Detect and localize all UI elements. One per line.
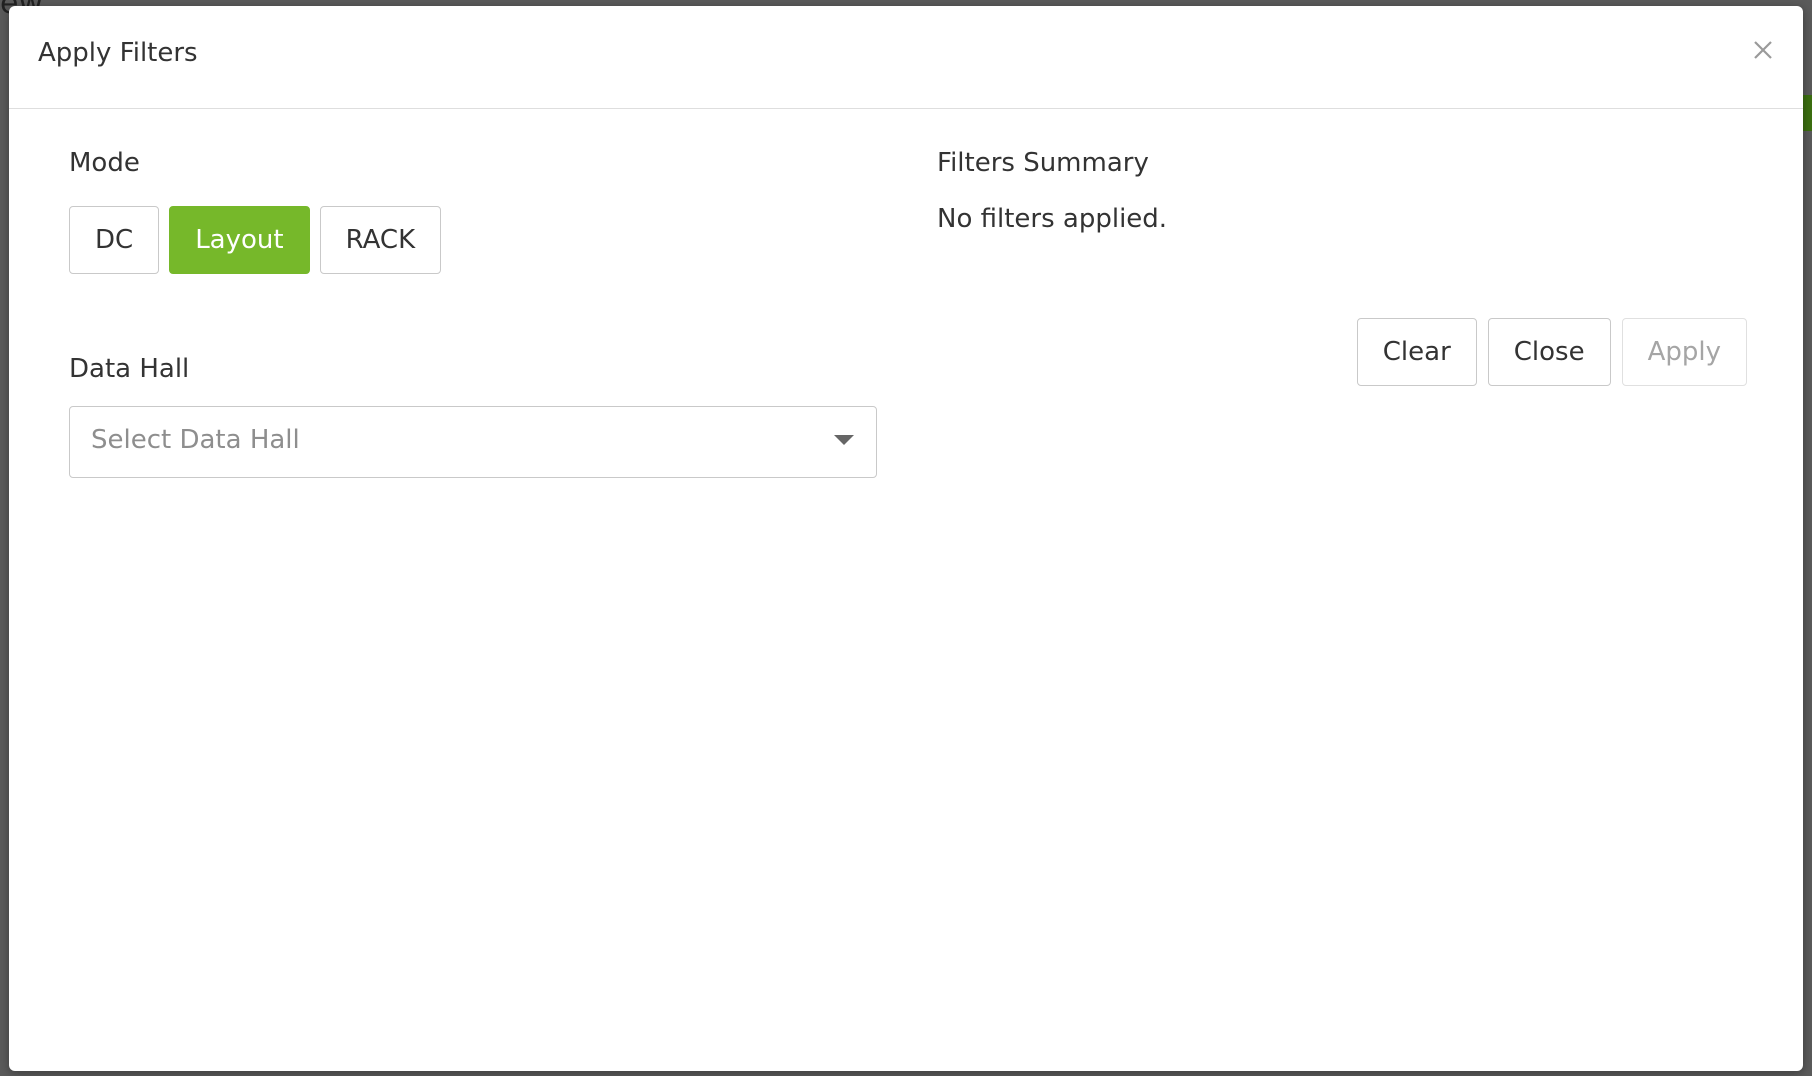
modal-title: Apply Filters xyxy=(38,38,198,68)
apply-filters-modal: Apply Filters Mode DC Layout RACK Data H… xyxy=(9,6,1803,1071)
data-hall-label: Data Hall xyxy=(69,354,190,384)
action-button-group: Clear Close Apply xyxy=(1356,318,1747,386)
mode-layout-button[interactable]: Layout xyxy=(169,206,310,274)
filters-form: Mode DC Layout RACK Data Hall Select Dat… xyxy=(69,146,879,478)
close-button[interactable]: Close xyxy=(1487,318,1611,386)
filters-summary-text: No filters applied. xyxy=(937,204,1168,234)
mode-button-group: DC Layout RACK xyxy=(69,206,879,274)
filters-summary-label: Filters Summary xyxy=(937,148,1149,178)
mode-dc-button[interactable]: DC xyxy=(69,206,160,274)
close-icon-glyph xyxy=(1754,41,1772,59)
modal-header: Apply Filters xyxy=(9,6,1803,109)
chevron-down-icon xyxy=(834,435,854,445)
apply-button[interactable]: Apply xyxy=(1621,318,1747,386)
close-icon[interactable] xyxy=(1749,36,1777,64)
background-accent-stripe xyxy=(1802,95,1812,131)
filters-summary-panel: Filters Summary No filters applied. Clea… xyxy=(937,146,1747,406)
clear-button[interactable]: Clear xyxy=(1356,318,1477,386)
mode-rack-button[interactable]: RACK xyxy=(319,206,442,274)
mode-label: Mode xyxy=(69,148,140,178)
data-hall-placeholder: Select Data Hall xyxy=(91,425,300,455)
data-hall-select[interactable]: Select Data Hall xyxy=(69,406,877,478)
